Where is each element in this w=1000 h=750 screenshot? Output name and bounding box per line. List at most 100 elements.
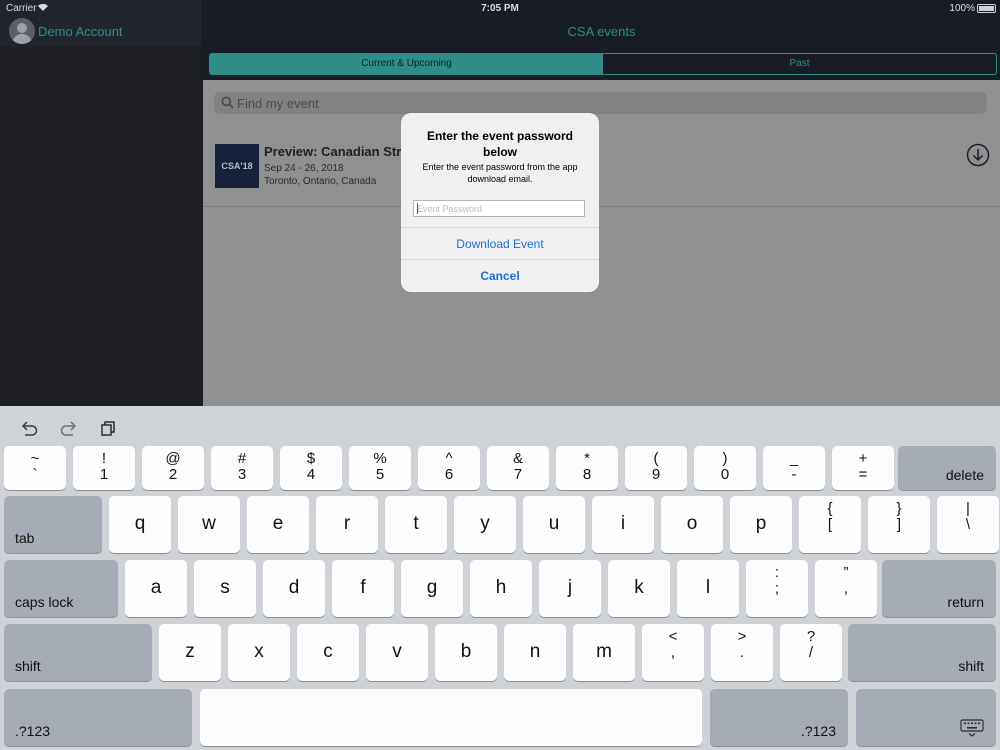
- space-bar[interactable]: [200, 689, 702, 746]
- key-label: b: [460, 641, 472, 662]
- key-j[interactable]: j: [539, 560, 601, 617]
- key-0[interactable]: ) 0: [694, 446, 756, 490]
- key-x[interactable]: x: [228, 624, 290, 681]
- key-label: a: [150, 577, 162, 598]
- key-7[interactable]: & 7: [487, 446, 549, 490]
- key-label: 2: [168, 466, 178, 483]
- tab-current-upcoming[interactable]: Current & Upcoming: [210, 54, 603, 74]
- key-2[interactable]: @2: [142, 446, 204, 490]
- key-z[interactable]: z: [159, 624, 221, 681]
- key-sym[interactable]: >.: [711, 624, 773, 681]
- key-n[interactable]: n: [504, 624, 566, 681]
- key-a[interactable]: a: [125, 560, 187, 617]
- key-3[interactable]: #3: [211, 446, 273, 490]
- key-label: d: [288, 577, 300, 598]
- key-label: /: [808, 644, 814, 661]
- delete-key[interactable]: delete: [898, 446, 996, 490]
- key-g[interactable]: g: [401, 560, 463, 617]
- dismiss-keyboard-key[interactable]: [856, 689, 996, 746]
- shift-left-key[interactable]: shift: [4, 624, 152, 681]
- download-icon[interactable]: [966, 143, 990, 172]
- key-v[interactable]: v: [366, 624, 428, 681]
- key-8[interactable]: * 8: [556, 446, 618, 490]
- key-i[interactable]: i: [592, 496, 654, 553]
- key-o[interactable]: o: [661, 496, 723, 553]
- key-shift-label: |: [966, 500, 970, 517]
- caps-lock-key[interactable]: caps lock: [4, 560, 118, 617]
- key-label: caps lock: [15, 594, 74, 610]
- key-h[interactable]: h: [470, 560, 532, 617]
- numbers-right-key[interactable]: .?123: [710, 689, 848, 746]
- keyboard: ~ `! 1 @2 #3 $4% 5 ^ 6 & 7 * 8(9) 0 _ - + = delete tab q w e r t…: [0, 406, 1000, 750]
- event-dates: Sep 24 - 26, 2018: [264, 163, 344, 174]
- key-sym[interactable]: | \: [937, 496, 999, 553]
- shift-right-key[interactable]: shift: [848, 624, 996, 681]
- password-field[interactable]: [413, 200, 585, 217]
- key-label: 1: [99, 466, 109, 483]
- key-s[interactable]: s: [194, 560, 256, 617]
- key-label: delete: [945, 467, 984, 483]
- key-sym[interactable]: ”,: [815, 560, 877, 617]
- key-shift-label: >: [737, 628, 747, 645]
- key-sym[interactable]: {[: [799, 496, 861, 553]
- key-r[interactable]: r: [316, 496, 378, 553]
- key-5[interactable]: % 5: [349, 446, 411, 490]
- event-list-item[interactable]: CSA'18 Preview: Canadian Stra Sep 24 - 2…: [203, 130, 1000, 207]
- key-l[interactable]: l: [677, 560, 739, 617]
- key-shift-label: @: [165, 450, 181, 467]
- dialog-title: Enter the event password below: [426, 129, 574, 159]
- key-c[interactable]: c: [297, 624, 359, 681]
- key-label: s: [220, 577, 230, 598]
- key-k[interactable]: k: [608, 560, 670, 617]
- key-sym[interactable]: :;: [746, 560, 808, 617]
- key-shift-label: !: [101, 450, 107, 467]
- key-label: j: [567, 577, 573, 598]
- key-m[interactable]: m: [573, 624, 635, 681]
- key-label: 4: [306, 466, 316, 483]
- key-b[interactable]: b: [435, 624, 497, 681]
- key-label: ;: [774, 580, 780, 597]
- key-d[interactable]: d: [263, 560, 325, 617]
- key-label: ,: [670, 644, 676, 661]
- key-4[interactable]: $4: [280, 446, 342, 490]
- key-label: \: [965, 516, 971, 533]
- cancel-button[interactable]: Cancel: [401, 259, 599, 292]
- numbers-left-key[interactable]: .?123: [4, 689, 192, 746]
- paste-icon[interactable]: [100, 420, 116, 441]
- key--[interactable]: _ -: [763, 446, 825, 490]
- key-y[interactable]: y: [454, 496, 516, 553]
- tab-key[interactable]: tab: [4, 496, 102, 553]
- redo-icon[interactable]: [60, 420, 78, 441]
- key-label: f: [360, 577, 366, 598]
- key-e[interactable]: e: [247, 496, 309, 553]
- key-sym[interactable]: <,: [642, 624, 704, 681]
- key-label: 6: [444, 466, 454, 483]
- account-name[interactable]: Demo Account: [38, 24, 123, 39]
- return-key[interactable]: return: [882, 560, 996, 617]
- key-sym[interactable]: ? /: [780, 624, 842, 681]
- key-p[interactable]: p: [730, 496, 792, 553]
- download-event-button[interactable]: Download Event: [401, 227, 599, 260]
- undo-icon[interactable]: [20, 420, 38, 441]
- key-9[interactable]: (9: [625, 446, 687, 490]
- key-6[interactable]: ^ 6: [418, 446, 480, 490]
- key-1[interactable]: ! 1: [73, 446, 135, 490]
- key-w[interactable]: w: [178, 496, 240, 553]
- tab-past[interactable]: Past: [603, 54, 996, 74]
- search-input[interactable]: [237, 92, 937, 114]
- key-`[interactable]: ~ `: [4, 446, 66, 490]
- key-q[interactable]: q: [109, 496, 171, 553]
- keyboard-dismiss-icon: [960, 719, 984, 742]
- avatar-icon[interactable]: [9, 18, 35, 44]
- key-sym[interactable]: }]: [868, 496, 930, 553]
- key-f[interactable]: f: [332, 560, 394, 617]
- key-u[interactable]: u: [523, 496, 585, 553]
- key-t[interactable]: t: [385, 496, 447, 553]
- page-title: CSA events: [567, 24, 636, 39]
- search-bar[interactable]: [214, 92, 987, 114]
- status-bar: Carrier 7:05 PM 100%: [0, 0, 1000, 16]
- key-=[interactable]: + =: [832, 446, 894, 490]
- key-label: `: [32, 466, 38, 483]
- key-label: ]: [896, 516, 902, 533]
- key-label: [: [827, 516, 833, 533]
